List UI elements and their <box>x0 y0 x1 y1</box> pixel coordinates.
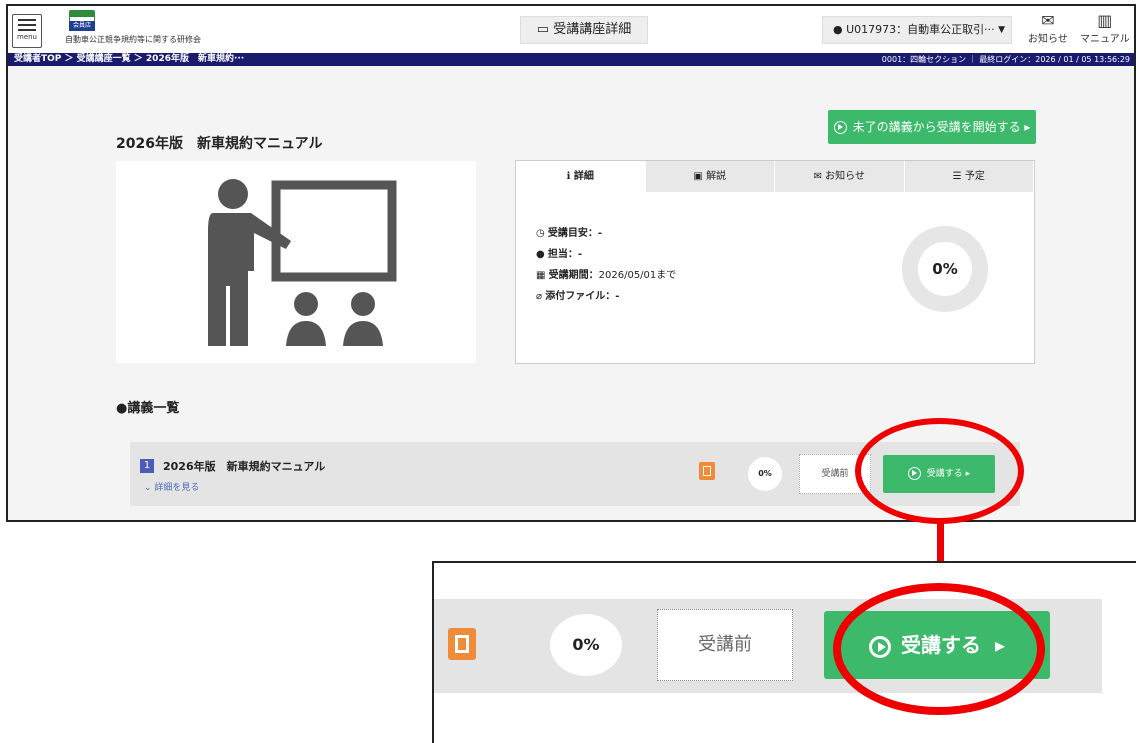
logo-badge: 会員店 <box>69 21 95 31</box>
notice-button[interactable]: ✉ お知らせ <box>1028 11 1068 46</box>
lesson-number: 1 <box>140 459 154 473</box>
tab-bar: ℹ 詳細 ▣ 解説 ✉ お知らせ ☰ 予定 <box>516 161 1034 192</box>
user-dropdown[interactable]: ● U017973：自動車公正取引··· ▼ <box>822 16 1012 44</box>
breadcrumb-bar: 受講者TOP ＞ 受講講座一覧 ＞ 2026年版 新車規約··· 0001：四輪… <box>8 53 1134 66</box>
calendar-icon: ▦ <box>536 270 546 281</box>
tab-commentary[interactable]: ▣ 解説 <box>645 161 775 192</box>
hamburger-icon <box>18 19 36 31</box>
detail-link[interactable]: ⌄ 詳細を見る <box>144 480 199 493</box>
paperclip-icon: ⌀ <box>536 291 543 302</box>
org-logo[interactable]: 会員店 自動車公正競争規約等に関する研修会 <box>65 10 285 50</box>
screen-title: ▭ 受講講座詳細 <box>520 16 648 44</box>
course-info-panel: ℹ 詳細 ▣ 解説 ✉ お知らせ ☰ 予定 ◷ 受講目安：- ● 担当：- ▦ … <box>515 160 1035 364</box>
course-info: ◷ 受講目安：- ● 担当：- ▦ 受講期間：2026/05/01まで ⌀ 添付… <box>536 228 677 302</box>
slides-icon[interactable] <box>699 462 715 480</box>
course-thumbnail <box>116 161 476 363</box>
tab-schedule[interactable]: ☰ 予定 <box>904 161 1034 192</box>
caret-down-icon: ▼ <box>998 25 1005 35</box>
user-icon: ● <box>833 23 843 36</box>
lecture-list-title: ●講義一覧 <box>116 401 180 416</box>
menu-label: menu <box>17 33 37 41</box>
play-icon <box>833 121 847 134</box>
person-icon: ● <box>536 249 545 260</box>
clock-icon: ◷ <box>536 228 545 239</box>
org-name: 自動車公正競争規約等に関する研修会 <box>65 35 201 44</box>
tab-detail[interactable]: ℹ 詳細 <box>516 161 646 192</box>
manual-button[interactable]: ▥ マニュアル <box>1080 11 1130 46</box>
zoom-progress: 0% <box>550 614 622 676</box>
zoom-highlight-circle <box>833 583 1045 715</box>
course-title: 2026年版 新車規約マニュアル <box>116 136 323 152</box>
lesson-progress: 0% <box>748 457 782 491</box>
monitor-icon: ▭ <box>536 22 550 37</box>
logo-mark: 会員店 <box>69 10 95 32</box>
teacher-icon <box>208 179 397 346</box>
user-label: U017973：自動車公正取引··· <box>846 23 995 36</box>
breadcrumb[interactable]: 受講者TOP ＞ 受講講座一覧 ＞ 2026年版 新車規約··· <box>14 53 244 66</box>
mail-icon: ✉ <box>1041 11 1055 30</box>
start-unfinished-button[interactable]: 未了の講義から受講を開始する ▸ <box>828 110 1036 144</box>
chevron-down-icon: ⌄ <box>144 483 152 493</box>
slides-icon <box>448 628 476 660</box>
zoom-status: 受講前 <box>657 609 793 681</box>
tab-notices[interactable]: ✉ お知らせ <box>775 161 905 192</box>
top-header: menu 会員店 自動車公正競争規約等に関する研修会 ▭ 受講講座詳細 ● U0… <box>8 6 1134 54</box>
menu-button[interactable]: menu <box>12 14 42 48</box>
session-info: 0001：四輪セクション ｜ 最終ログイン：2026 / 01 / 05 13:… <box>881 55 1130 64</box>
progress-donut: 0% <box>902 226 988 312</box>
lesson-title: 2026年版 新車規約マニュアル <box>163 460 326 473</box>
book-icon: ▥ <box>1097 11 1113 30</box>
highlight-circle <box>855 418 1024 524</box>
